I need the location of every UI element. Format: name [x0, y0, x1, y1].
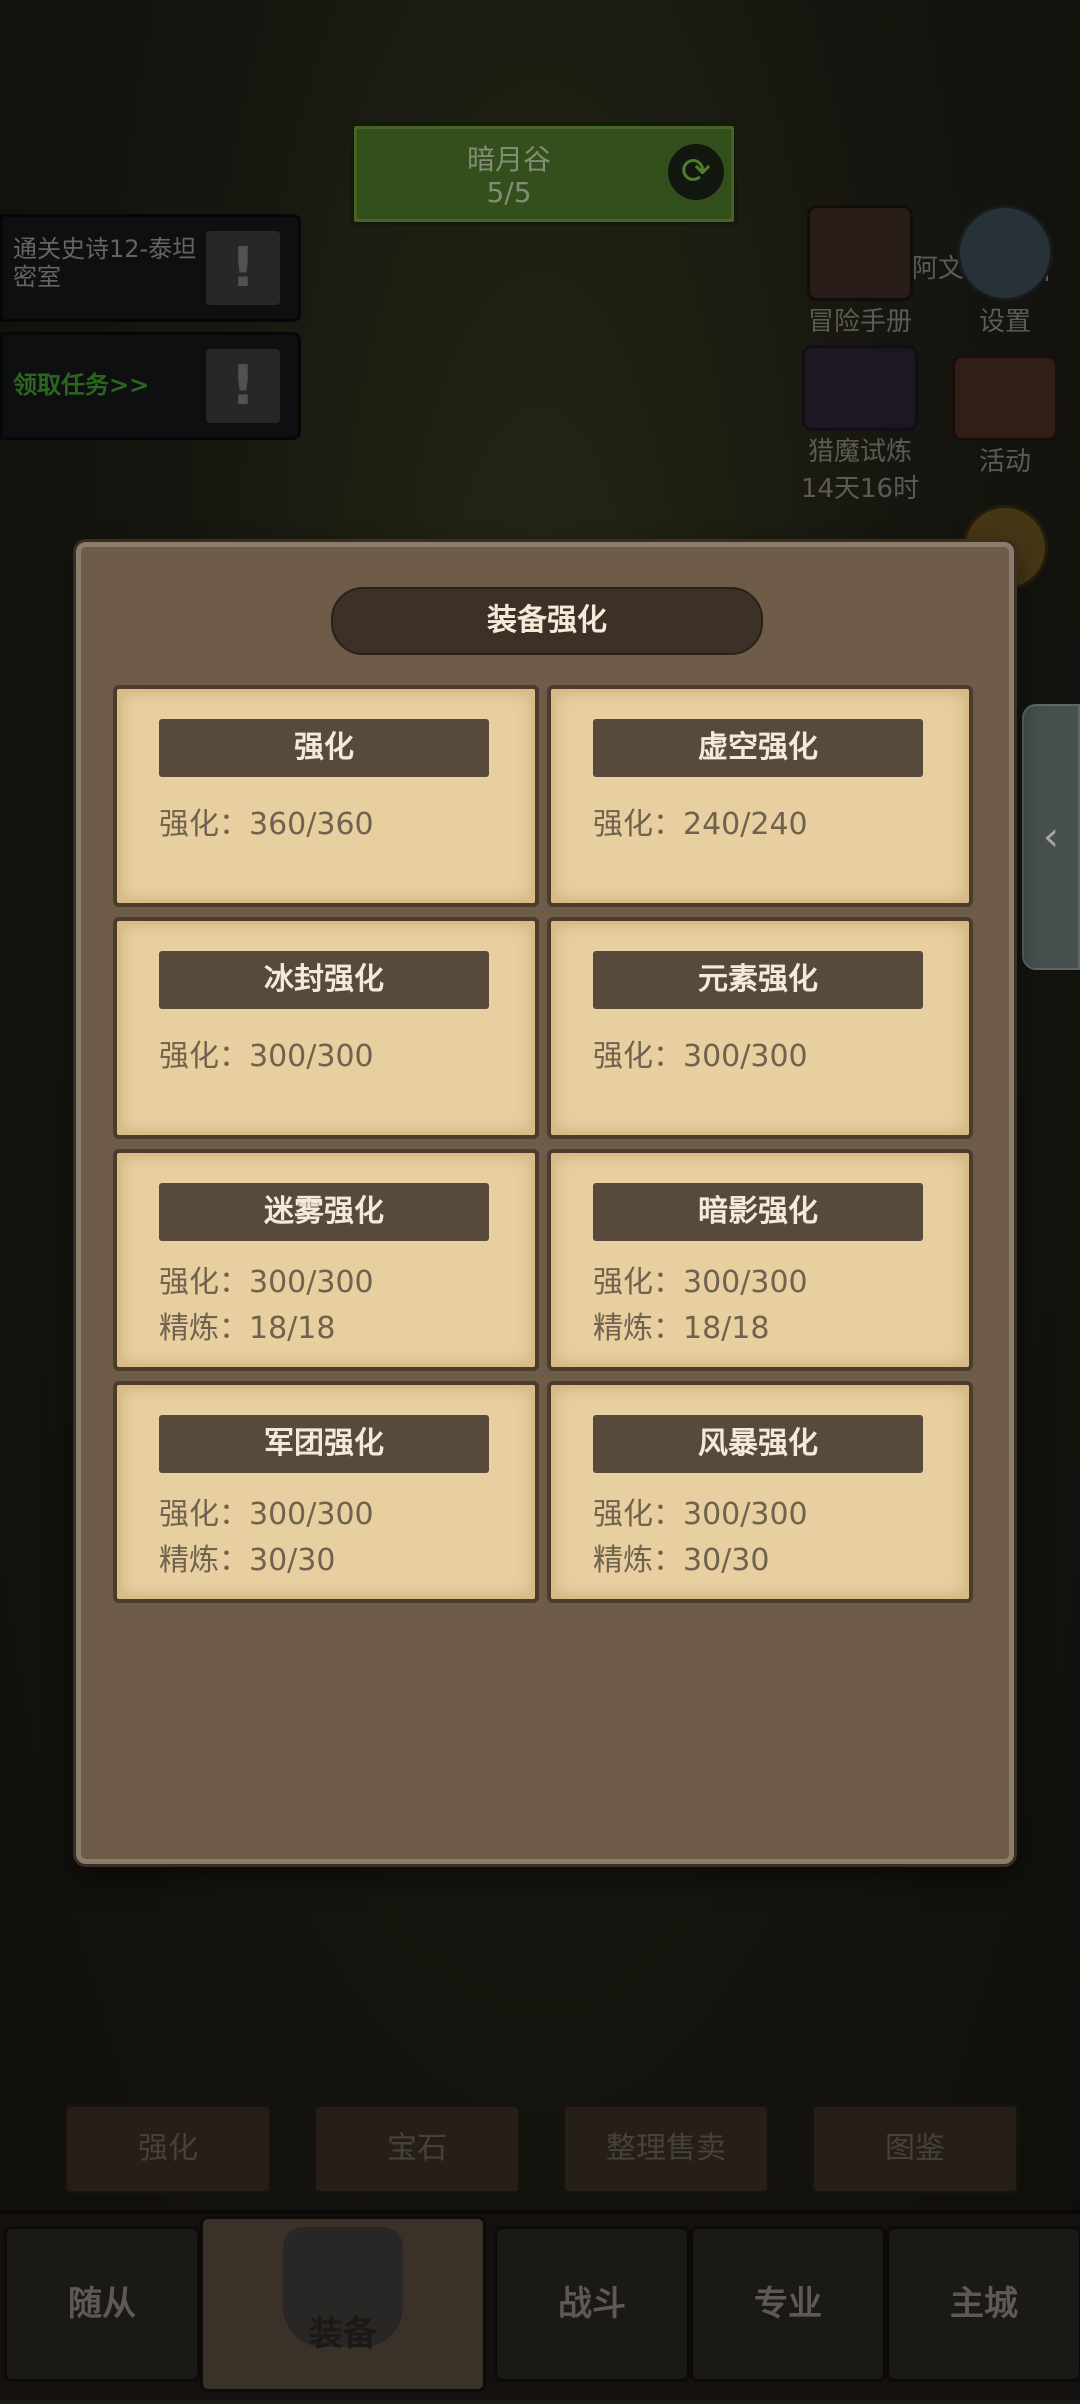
card-stat-refine: 精炼：30/30	[159, 1543, 336, 1578]
card-stat-enhance: 强化：300/300	[159, 1039, 374, 1074]
card-title: 暗影强化	[593, 1183, 923, 1241]
card-stat-enhance: 强化：300/300	[159, 1265, 374, 1300]
enhance-card-mist[interactable]: 迷雾强化 强化：300/300 精炼：18/18	[113, 1149, 539, 1371]
card-stat-enhance: 强化：300/300	[593, 1497, 808, 1532]
card-title: 强化	[159, 719, 489, 777]
equipment-enhance-modal: 装备强化 强化 强化：360/360 虚空强化 强化：240/240 冰封强化 …	[76, 542, 1014, 1864]
card-stat-refine: 精炼：18/18	[593, 1311, 770, 1346]
enhance-card-element[interactable]: 元素强化 强化：300/300	[547, 917, 973, 1139]
enhance-card-storm[interactable]: 风暴强化 强化：300/300 精炼：30/30	[547, 1381, 973, 1603]
card-stat-enhance: 强化：300/300	[593, 1265, 808, 1300]
card-stat-refine: 精炼：30/30	[593, 1543, 770, 1578]
card-title: 迷雾强化	[159, 1183, 489, 1241]
enhance-card-legion[interactable]: 军团强化 强化：300/300 精炼：30/30	[113, 1381, 539, 1603]
modal-title: 装备强化	[331, 587, 763, 655]
enhance-card-basic[interactable]: 强化 强化：360/360	[113, 685, 539, 907]
card-stat-enhance: 强化：300/300	[159, 1497, 374, 1532]
card-title: 元素强化	[593, 951, 923, 1009]
card-stat-refine: 精炼：18/18	[159, 1311, 336, 1346]
card-title: 军团强化	[159, 1415, 489, 1473]
card-stat-enhance: 强化：240/240	[593, 807, 808, 842]
card-stat-enhance: 强化：360/360	[159, 807, 374, 842]
card-title: 虚空强化	[593, 719, 923, 777]
enhance-card-void[interactable]: 虚空强化 强化：240/240	[547, 685, 973, 907]
card-stat-enhance: 强化：300/300	[593, 1039, 808, 1074]
card-title: 冰封强化	[159, 951, 489, 1009]
enhance-card-shadow[interactable]: 暗影强化 强化：300/300 精炼：18/18	[547, 1149, 973, 1371]
card-title: 风暴强化	[593, 1415, 923, 1473]
enhance-card-frost[interactable]: 冰封强化 强化：300/300	[113, 917, 539, 1139]
